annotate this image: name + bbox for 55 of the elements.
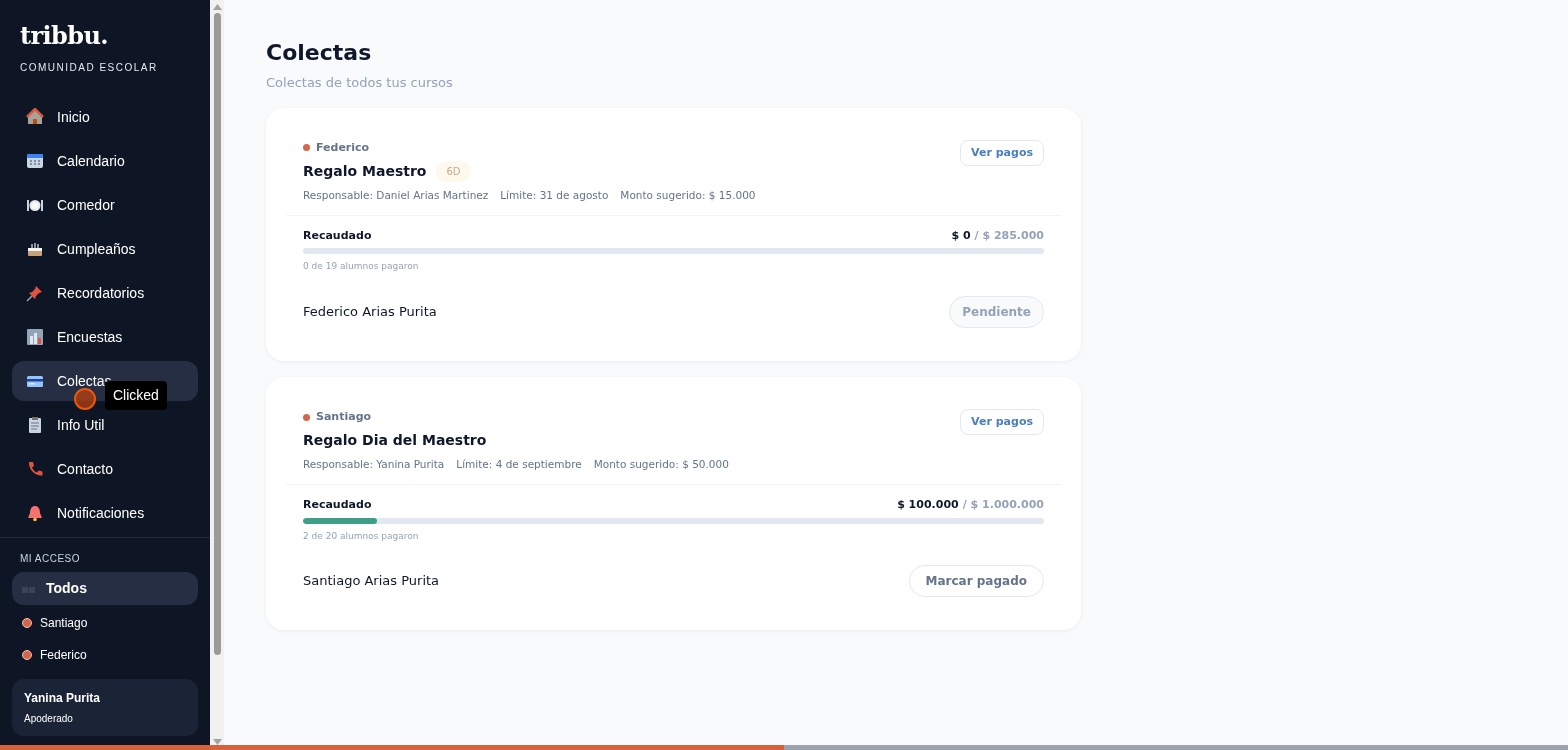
nav-item[interactable]: Encuestas — [12, 317, 198, 357]
collection-title: Regalo Dia del Maestro — [303, 431, 487, 451]
scroll-up-icon[interactable] — [212, 4, 222, 10]
student-name: Santiago Arias Purita — [303, 572, 440, 591]
raised-amount: $ 0 — [951, 227, 971, 244]
page-subtitle: Colectas de todos tus cursos — [266, 74, 454, 92]
nav-item[interactable]: Recordatorios — [12, 273, 198, 313]
goal-amount: / $ 1.000.000 — [962, 497, 1044, 513]
user-name: Yanina Purita — [24, 690, 102, 707]
nav-item[interactable]: Inicio — [12, 97, 198, 137]
nav-item[interactable]: Cumpleaños — [12, 229, 198, 269]
access-item[interactable]: Federico — [12, 639, 198, 671]
nav-item[interactable]: Notificaciones — [12, 493, 198, 533]
access-item[interactable]: Santiago — [12, 607, 198, 639]
scrollbar[interactable] — [210, 0, 224, 745]
view-payments-button[interactable]: Ver pagos — [960, 408, 1044, 436]
calendar-icon — [26, 152, 44, 170]
student-name: Federico Arias Purita — [303, 303, 437, 321]
pushpin-icon — [26, 284, 44, 302]
phone-icon — [26, 460, 44, 478]
progress-label: Recaudado — [303, 227, 372, 244]
detail-text: Responsable: Daniel Arias Martinez — [303, 188, 489, 203]
child-name: Federico — [316, 139, 370, 156]
nav-item[interactable]: Comedor — [12, 185, 198, 225]
paid-count: 0 de 19 alumnos pagaron — [303, 260, 420, 274]
raised-amount: $ 100.000 — [897, 497, 959, 513]
bar-chart-icon — [26, 328, 44, 346]
detail-text: Límite: 4 de septiembre — [456, 457, 582, 473]
nav-item[interactable]: Contacto — [12, 449, 198, 489]
view-payments-button[interactable]: Ver pagos — [960, 139, 1044, 166]
logo: tribbu. — [20, 24, 109, 48]
clipboard-icon — [26, 416, 44, 434]
cake-icon — [26, 240, 44, 258]
tooltip: Clicked — [105, 381, 167, 410]
page-title: Colectas — [266, 39, 373, 67]
access-item[interactable]: Todos — [12, 572, 198, 605]
detail-text: Límite: 31 de agosto — [500, 188, 609, 203]
section-heading: MI ACCESO — [19, 552, 82, 566]
user-role: Apoderado — [24, 712, 74, 726]
mark-paid-button[interactable]: Marcar pagado — [908, 565, 1044, 597]
tagline: COMUNIDAD ESCOLAR — [20, 61, 159, 75]
house-icon — [26, 108, 44, 126]
grade-badge: 6D — [436, 161, 471, 182]
collection-title: Regalo Maestro — [303, 162, 427, 181]
detail-text: Monto sugerido: $ 50.000 — [593, 457, 729, 473]
goal-amount: / $ 285.000 — [974, 227, 1044, 244]
scroll-thumb[interactable] — [213, 13, 221, 655]
bell-icon — [26, 504, 44, 522]
child-name: Santiago — [316, 408, 372, 425]
nav-item[interactable]: Calendario — [12, 141, 198, 181]
paid-count: 2 de 20 alumnos pagaron — [303, 529, 420, 543]
click-marker — [74, 388, 96, 410]
detail-text: Responsable: Yanina Purita — [303, 457, 445, 473]
detail-text: Monto sugerido: $ 15.000 — [620, 188, 756, 203]
progress-label: Recaudado — [303, 497, 372, 513]
